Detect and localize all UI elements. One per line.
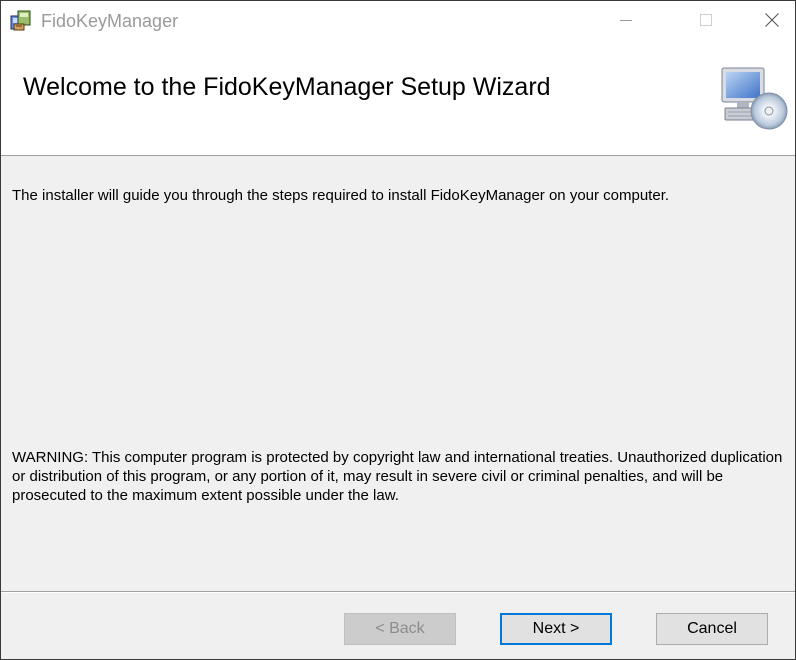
- installer-icon: [10, 10, 31, 31]
- intro-text: The installer will guide you through the…: [12, 187, 670, 204]
- footer-divider: [1, 591, 795, 593]
- close-button[interactable]: [749, 1, 795, 39]
- maximize-button[interactable]: [683, 1, 729, 39]
- next-button[interactable]: Next >: [500, 613, 612, 645]
- copyright-warning: WARNING: This computer program is protec…: [12, 449, 783, 504]
- window-title: FidoKeyManager: [41, 11, 179, 31]
- wizard-header: Welcome to the FidoKeyManager Setup Wiza…: [1, 39, 795, 156]
- computer-disc-icon: [721, 67, 788, 130]
- setup-wizard-window: FidoKeyManager Welcome to the FidoKeyMan…: [0, 0, 796, 660]
- page-title: Welcome to the FidoKeyManager Setup Wiza…: [23, 73, 551, 101]
- minimize-button[interactable]: [603, 1, 649, 39]
- cancel-button[interactable]: Cancel: [656, 613, 768, 645]
- close-icon: [765, 13, 779, 27]
- back-button[interactable]: < Back: [344, 613, 456, 645]
- title-bar[interactable]: FidoKeyManager: [1, 1, 795, 39]
- maximize-icon: [700, 14, 712, 26]
- minimize-icon: [620, 20, 632, 21]
- wizard-body: The installer will guide you through the…: [1, 156, 795, 589]
